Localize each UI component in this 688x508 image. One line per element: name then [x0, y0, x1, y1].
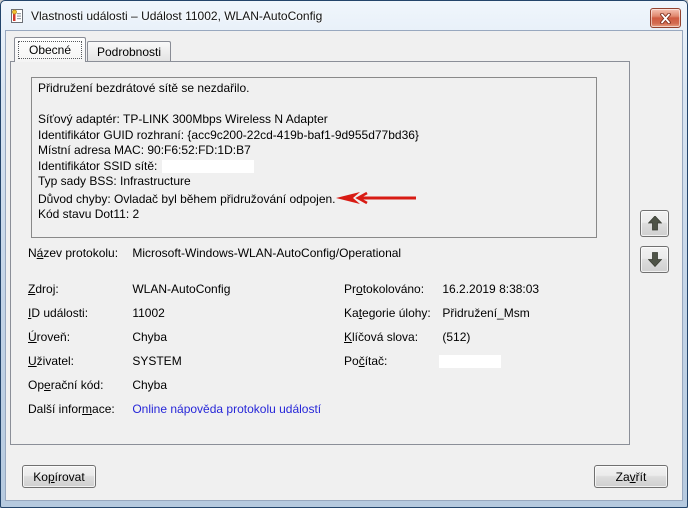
- field-row: Další informace: Online nápověda protoko…: [28, 402, 321, 416]
- field-label-more-info: Další informace:: [28, 402, 129, 416]
- field-row: Název protokolu: Microsoft-Windows-WLAN-…: [28, 246, 401, 260]
- copy-button-label: Kopírovat: [33, 470, 84, 484]
- field-value-event-id: 11002: [132, 306, 164, 320]
- description-line: Síťový adaptér: TP-LINK 300Mbps Wireless…: [38, 112, 590, 128]
- description-line: Identifikátor SSID sítě:: [38, 159, 590, 175]
- field-label-level: Úroveň:: [28, 330, 129, 344]
- window-title: Vlastnosti události – Událost 11002, WLA…: [31, 9, 322, 23]
- copy-button[interactable]: Kopírovat: [22, 465, 96, 488]
- field-value-task-category: Přidružení_Msm: [442, 306, 529, 320]
- close-dialog-button[interactable]: Zavřít: [594, 465, 668, 488]
- event-properties-dialog: Vlastnosti události – Událost 11002, WLA…: [0, 0, 688, 508]
- field-value-logged: 16.2.2019 8:38:03: [442, 282, 539, 296]
- field-label-computer: Počítač:: [344, 354, 439, 368]
- description-line: Přidružení bezdrátové sítě se nezdařilo.: [38, 81, 590, 97]
- field-label-logged: Protokolováno:: [344, 282, 439, 296]
- ssid-label: Identifikátor SSID sítě:: [38, 159, 157, 173]
- field-row: Operační kód: Chyba: [28, 378, 167, 392]
- field-label-task-category: Kategorie úlohy:: [344, 306, 439, 320]
- field-label-event-id: ID události:: [28, 306, 129, 320]
- online-help-link[interactable]: Online nápověda protokolu událostí: [132, 402, 321, 416]
- field-value-opcode: Chyba: [132, 378, 167, 392]
- field-value-log-name: Microsoft-Windows-WLAN-AutoConfig/Operat…: [132, 246, 401, 260]
- field-label-user: Uživatel:: [28, 354, 129, 368]
- close-icon[interactable]: [650, 8, 681, 28]
- field-row: Uživatel: SYSTEM: [28, 354, 182, 368]
- field-value-keywords: (512): [442, 330, 470, 344]
- description-line: [38, 97, 590, 113]
- dialog-body: Obecné Podrobnosti Přidružení bezdrátové…: [5, 30, 683, 501]
- arrow-up-icon: [648, 216, 662, 231]
- description-line: Identifikátor GUID rozhraní: {acc9c200-2…: [38, 128, 590, 144]
- tab-general-label: Obecné: [29, 43, 71, 57]
- next-event-button[interactable]: [640, 246, 669, 273]
- field-label-source: Zdroj:: [28, 282, 129, 296]
- redacted-ssid-value: [162, 160, 254, 173]
- field-value-level: Chyba: [132, 330, 167, 344]
- field-row: Kategorie úlohy: Přidružení_Msm: [344, 306, 530, 320]
- field-row: Zdroj: WLAN-AutoConfig: [28, 282, 230, 296]
- description-line: Typ sady BSS: Infrastructure: [38, 174, 590, 190]
- field-label-opcode: Operační kód:: [28, 378, 129, 392]
- field-row: Úroveň: Chyba: [28, 330, 167, 344]
- event-description-box[interactable]: Přidružení bezdrátové sítě se nezdařilo.…: [31, 77, 597, 238]
- field-value-user: SYSTEM: [132, 354, 181, 368]
- field-value-source: WLAN-AutoConfig: [132, 282, 230, 296]
- field-row: Počítač:: [344, 354, 439, 368]
- field-row: ID události: 11002: [28, 306, 165, 320]
- previous-event-button[interactable]: [640, 210, 669, 237]
- field-row: Klíčová slova: (512): [344, 330, 470, 344]
- description-line: Důvod chyby: Ovladač byl během přidružov…: [38, 190, 590, 208]
- tab-details[interactable]: Podrobnosti: [87, 41, 171, 61]
- field-label-keywords: Klíčová slova:: [344, 330, 439, 344]
- tab-general[interactable]: Obecné: [14, 37, 86, 62]
- error-reason-text: Důvod chyby: Ovladač byl během přidružov…: [38, 192, 336, 206]
- redacted-computer-value: [439, 355, 501, 368]
- field-label-log-name: Název protokolu:: [28, 246, 129, 260]
- field-row: Protokolováno: 16.2.2019 8:38:03: [344, 282, 539, 296]
- event-log-icon: [9, 8, 25, 24]
- tab-panel-general: Přidružení bezdrátové sítě se nezdařilo.…: [10, 61, 630, 445]
- description-line: Kód stavu Dot11: 2: [38, 207, 590, 223]
- close-button-label: Zavřít: [616, 470, 647, 484]
- titlebar[interactable]: Vlastnosti události – Událost 11002, WLA…: [1, 1, 687, 30]
- tab-details-label: Podrobnosti: [97, 45, 161, 59]
- description-line: Místní adresa MAC: 90:F6:52:FD:1D:B7: [38, 143, 590, 159]
- annotation-red-arrow-icon: [334, 190, 418, 206]
- arrow-down-icon: [648, 252, 662, 267]
